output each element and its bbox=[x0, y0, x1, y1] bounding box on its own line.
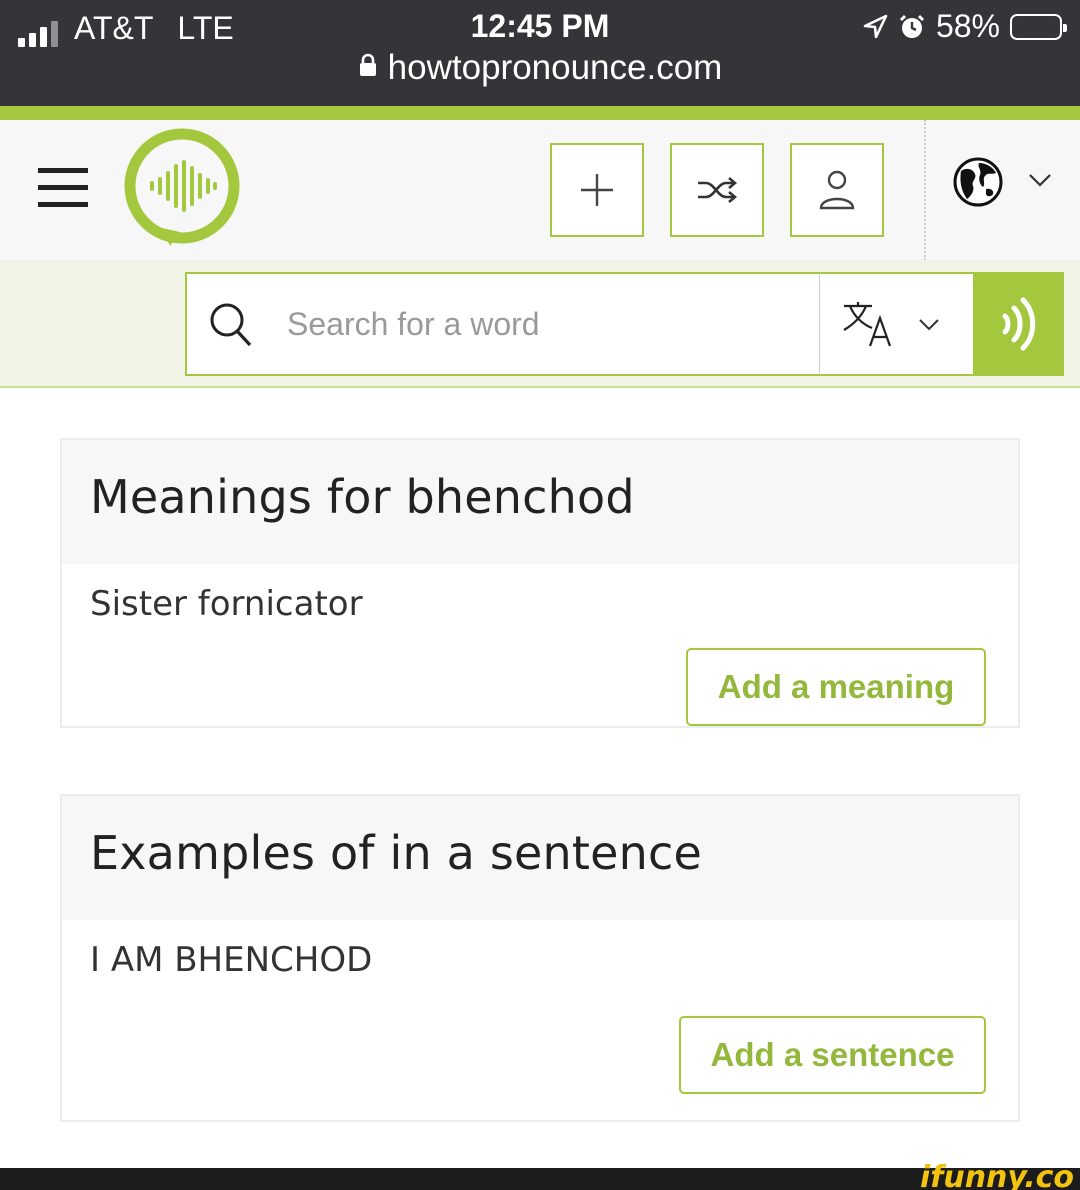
battery-icon bbox=[1010, 13, 1067, 40]
alarm-icon bbox=[899, 14, 925, 38]
example-sentence: I AM BHENCHOD bbox=[90, 940, 373, 980]
add-sentence-button[interactable]: Add a sentence bbox=[679, 1016, 986, 1094]
examples-title: Examples of in a sentence bbox=[62, 796, 1018, 920]
sound-bubble-logo[interactable] bbox=[122, 128, 242, 253]
meanings-title: Meanings for bhenchod bbox=[62, 440, 1018, 564]
hamburger-menu-icon[interactable] bbox=[38, 168, 88, 208]
search-box bbox=[185, 272, 821, 376]
random-word-button[interactable] bbox=[670, 143, 764, 237]
plus-icon bbox=[581, 174, 613, 206]
battery-percent: 58% bbox=[935, 8, 1000, 44]
meanings-card: Meanings for bhenchod Sister fornicator … bbox=[60, 438, 1020, 728]
search-bar-row bbox=[0, 260, 1080, 388]
search-input[interactable] bbox=[287, 296, 797, 352]
bottom-bar bbox=[0, 1168, 1080, 1190]
shuffle-icon bbox=[698, 177, 738, 203]
location-arrow-icon bbox=[863, 14, 888, 38]
meaning-text: Sister fornicator bbox=[90, 584, 363, 624]
watermark: ifunny.co bbox=[920, 1160, 1074, 1190]
header-divider bbox=[924, 120, 926, 260]
status-right: 58% bbox=[862, 8, 1067, 45]
lock-icon bbox=[359, 53, 376, 76]
chevron-down-icon bbox=[919, 319, 939, 331]
user-icon bbox=[819, 170, 855, 210]
examples-card: Examples of in a sentence I AM BHENCHOD … bbox=[60, 794, 1020, 1122]
url-text: howtopronounce.com bbox=[387, 48, 723, 87]
search-icon[interactable] bbox=[209, 302, 253, 348]
user-account-button[interactable] bbox=[790, 143, 884, 237]
accent-stripe bbox=[0, 106, 1080, 120]
speaker-waves-icon bbox=[1002, 297, 1035, 351]
globe-icon[interactable] bbox=[953, 157, 1003, 207]
address-bar[interactable]: howtopronounce.com bbox=[0, 48, 1080, 88]
status-bar: AT&T LTE 12:45 PM 58% howtopronounce.com bbox=[0, 0, 1080, 106]
add-meaning-button[interactable]: Add a meaning bbox=[686, 648, 986, 726]
language-selector[interactable] bbox=[819, 272, 975, 376]
add-word-button[interactable] bbox=[550, 143, 644, 237]
chevron-down-icon[interactable] bbox=[1028, 172, 1052, 188]
pronounce-button[interactable] bbox=[973, 272, 1064, 376]
site-header bbox=[0, 120, 1080, 260]
translate-icon bbox=[843, 302, 892, 347]
